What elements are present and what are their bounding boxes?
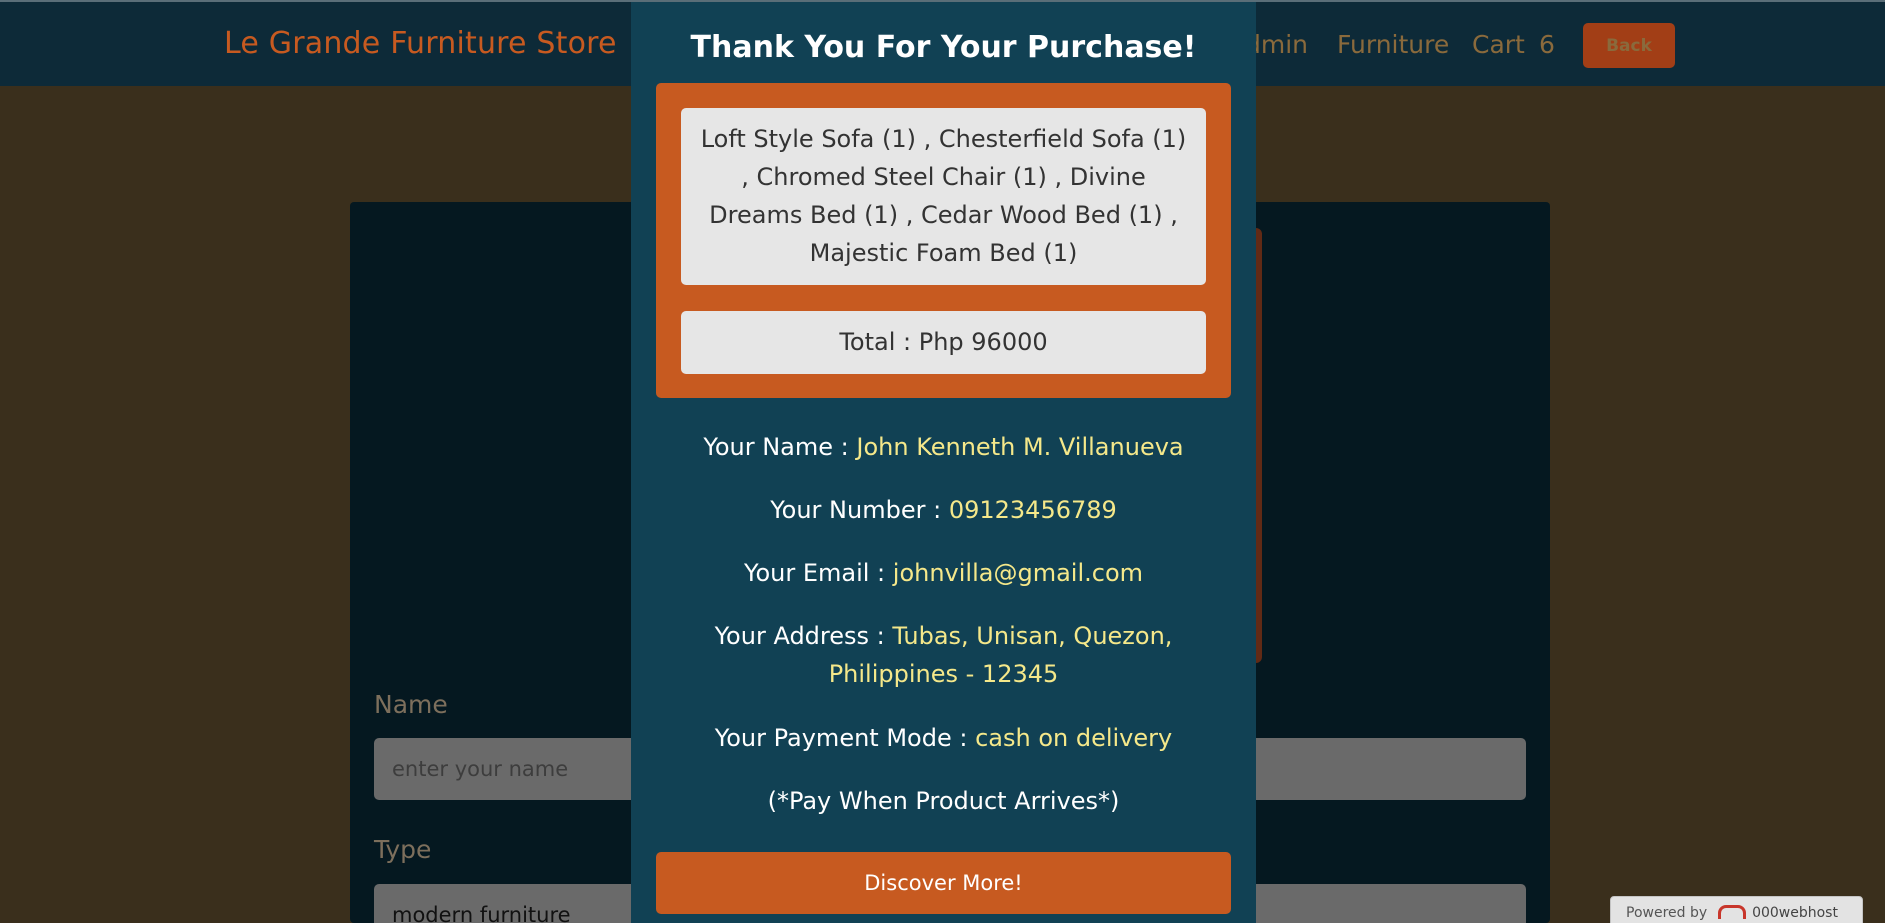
cart-count-badge[interactable]: 6 bbox=[1539, 30, 1555, 59]
payment-mode-value: cash on delivery bbox=[975, 724, 1173, 752]
nav-furniture-link[interactable]: Furniture bbox=[1337, 30, 1449, 59]
webhost-logo-icon bbox=[1717, 905, 1746, 919]
customer-address-row: Your Address : Tubas, Unisan, Quezon, Ph… bbox=[651, 617, 1236, 693]
nav-cart-link[interactable]: Cart bbox=[1472, 30, 1525, 59]
webhost-badge[interactable]: Powered by 000webhost bbox=[1610, 896, 1863, 923]
customer-email-value: johnvilla@gmail.com bbox=[892, 559, 1144, 587]
payment-note: (*Pay When Product Arrives*) bbox=[767, 787, 1120, 815]
customer-email-row: Your Email : johnvilla@gmail.com bbox=[651, 554, 1236, 592]
order-summary-box: Loft Style Sofa (1) , Chesterfield Sofa … bbox=[656, 83, 1231, 398]
customer-number-label: Your Number : bbox=[770, 496, 942, 524]
name-field-label: Name bbox=[374, 690, 448, 719]
order-total: Total : Php 96000 bbox=[681, 311, 1206, 374]
customer-number-row: Your Number : 09123456789 bbox=[651, 491, 1236, 529]
customer-number-value: 09123456789 bbox=[948, 496, 1117, 524]
discover-more-button[interactable]: Discover More! bbox=[656, 852, 1231, 914]
customer-name-label: Your Name : bbox=[703, 433, 849, 461]
customer-address-label: Your Address : bbox=[714, 622, 885, 650]
payment-mode-label: Your Payment Mode : bbox=[714, 724, 968, 752]
payment-mode-row: Your Payment Mode : cash on delivery bbox=[651, 719, 1236, 757]
type-field-label: Type bbox=[374, 835, 432, 864]
purchase-confirmation-modal: Thank You For Your Purchase! Loft Style … bbox=[631, 2, 1256, 923]
brand-logo-text[interactable]: Le Grande Furniture Store bbox=[224, 26, 617, 61]
customer-name-row: Your Name : John Kenneth M. Villanueva bbox=[651, 428, 1236, 466]
ordered-items-list: Loft Style Sofa (1) , Chesterfield Sofa … bbox=[681, 108, 1206, 285]
webhost-brand-text: 000webhost bbox=[1752, 905, 1838, 921]
back-button[interactable]: Back bbox=[1583, 23, 1675, 68]
modal-title: Thank You For Your Purchase! bbox=[690, 30, 1197, 65]
customer-name-value: John Kenneth M. Villanueva bbox=[856, 433, 1184, 461]
powered-by-text: Powered by bbox=[1626, 905, 1708, 921]
customer-email-label: Your Email : bbox=[743, 559, 886, 587]
